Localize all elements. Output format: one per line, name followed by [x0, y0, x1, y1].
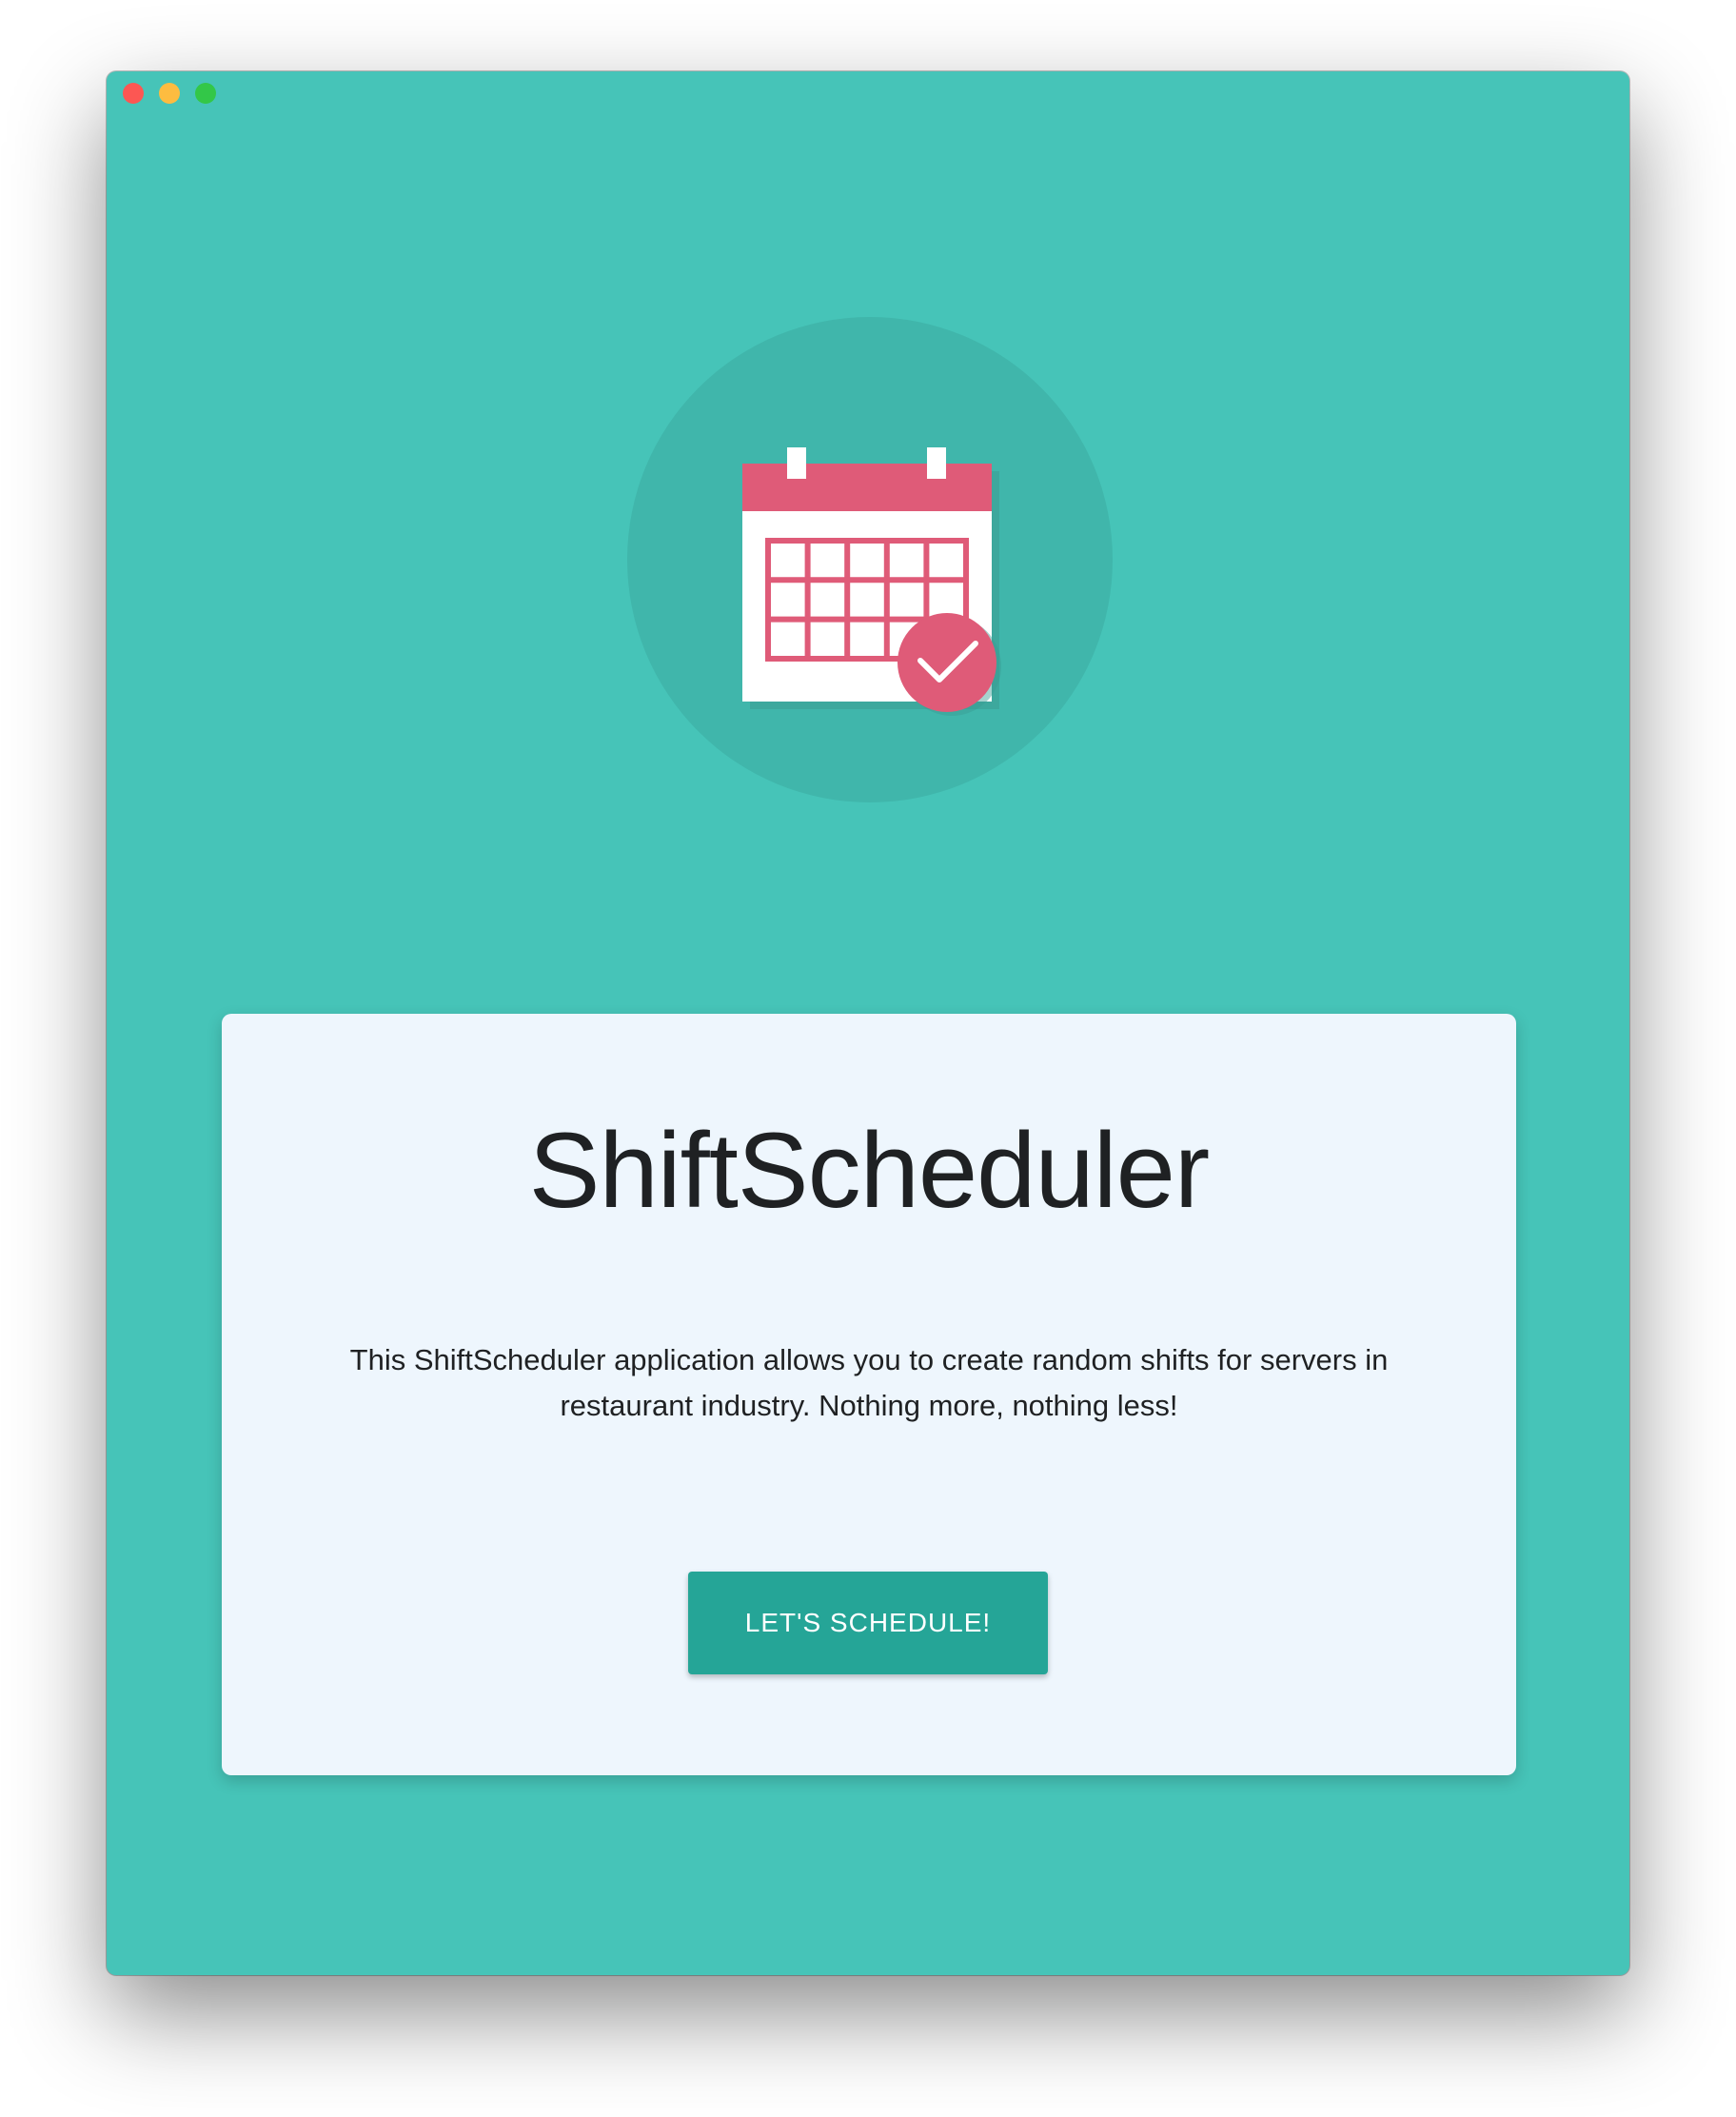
- window-controls: [123, 83, 216, 104]
- close-window-button[interactable]: [123, 83, 144, 104]
- app-window: ShiftScheduler This ShiftScheduler appli…: [107, 71, 1629, 1975]
- app-title: ShiftScheduler: [528, 1111, 1210, 1230]
- app-description: This ShiftScheduler application allows y…: [349, 1343, 1389, 1422]
- minimize-window-button[interactable]: [159, 83, 180, 104]
- zoom-window-button[interactable]: [195, 83, 216, 104]
- calendar-check-icon: [742, 447, 1001, 716]
- lets-schedule-button[interactable]: LET'S SCHEDULE!: [688, 1572, 1048, 1674]
- welcome-card: ShiftScheduler This ShiftScheduler appli…: [222, 1014, 1516, 1775]
